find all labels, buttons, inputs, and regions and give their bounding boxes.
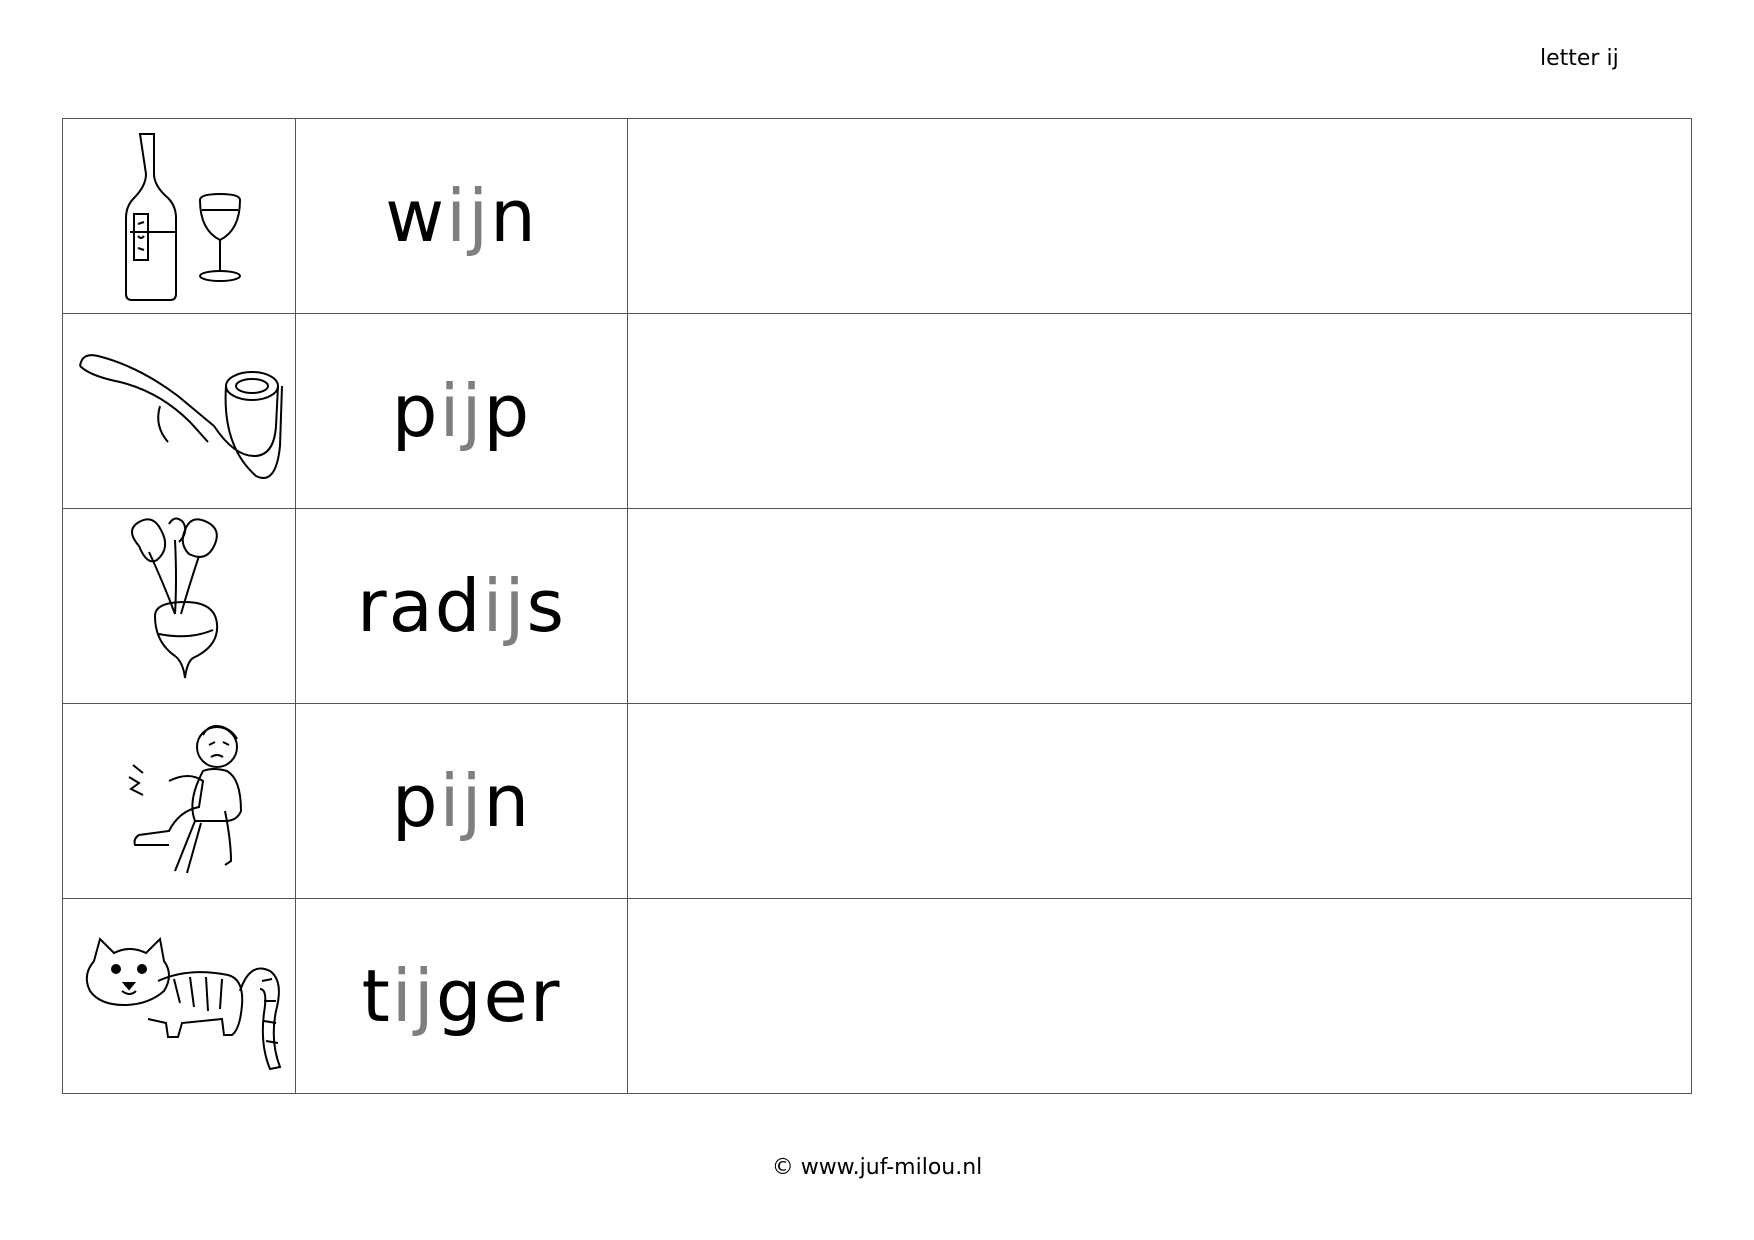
picture-cell xyxy=(62,118,296,314)
word-prefix: p xyxy=(391,759,440,843)
word-suffix: s xyxy=(526,564,566,648)
table-row: pijn xyxy=(62,703,1692,899)
writing-area[interactable] xyxy=(627,703,1692,899)
ij-highlight: ij xyxy=(446,174,491,258)
copyright-footer: © www.juf-milou.nl xyxy=(771,1155,983,1180)
word-suffix: n xyxy=(483,759,532,843)
word-prefix: w xyxy=(385,174,447,258)
word-prefix: rad xyxy=(357,564,483,648)
word-cell: pijn xyxy=(295,703,628,899)
ij-highlight: ij xyxy=(439,759,484,843)
word-table: wijn pijp radijs pijn tijger xyxy=(62,118,1692,1094)
writing-area[interactable] xyxy=(627,508,1692,704)
word-cell: tijger xyxy=(295,898,628,1094)
word-cell: radijs xyxy=(295,508,628,704)
word-prefix: p xyxy=(391,369,440,453)
word-cell: pijp xyxy=(295,313,628,509)
table-row: wijn xyxy=(62,118,1692,314)
picture-cell xyxy=(62,508,296,704)
word-suffix: n xyxy=(490,174,538,258)
table-row: pijp xyxy=(62,313,1692,509)
picture-cell xyxy=(62,313,296,509)
writing-area[interactable] xyxy=(627,118,1692,314)
word-cell: wijn xyxy=(295,118,628,314)
table-row: radijs xyxy=(62,508,1692,704)
writing-area[interactable] xyxy=(627,898,1692,1094)
ij-highlight: ij xyxy=(482,564,527,648)
picture-cell xyxy=(62,898,296,1094)
word-prefix: t xyxy=(361,954,392,1038)
ij-highlight: ij xyxy=(439,369,484,453)
table-row: tijger xyxy=(62,898,1692,1094)
radish-icon xyxy=(131,517,219,679)
word-suffix: ger xyxy=(435,954,562,1038)
boy-in-pain-icon xyxy=(128,725,243,874)
worksheet-title: letter ij xyxy=(1540,46,1619,71)
wine-bottle-glass-icon xyxy=(125,133,242,301)
pipe-icon xyxy=(79,354,283,479)
picture-cell xyxy=(62,703,296,899)
tiger-icon xyxy=(85,936,282,1071)
writing-area[interactable] xyxy=(627,313,1692,509)
word-suffix: p xyxy=(483,369,532,453)
ij-highlight: ij xyxy=(391,954,436,1038)
